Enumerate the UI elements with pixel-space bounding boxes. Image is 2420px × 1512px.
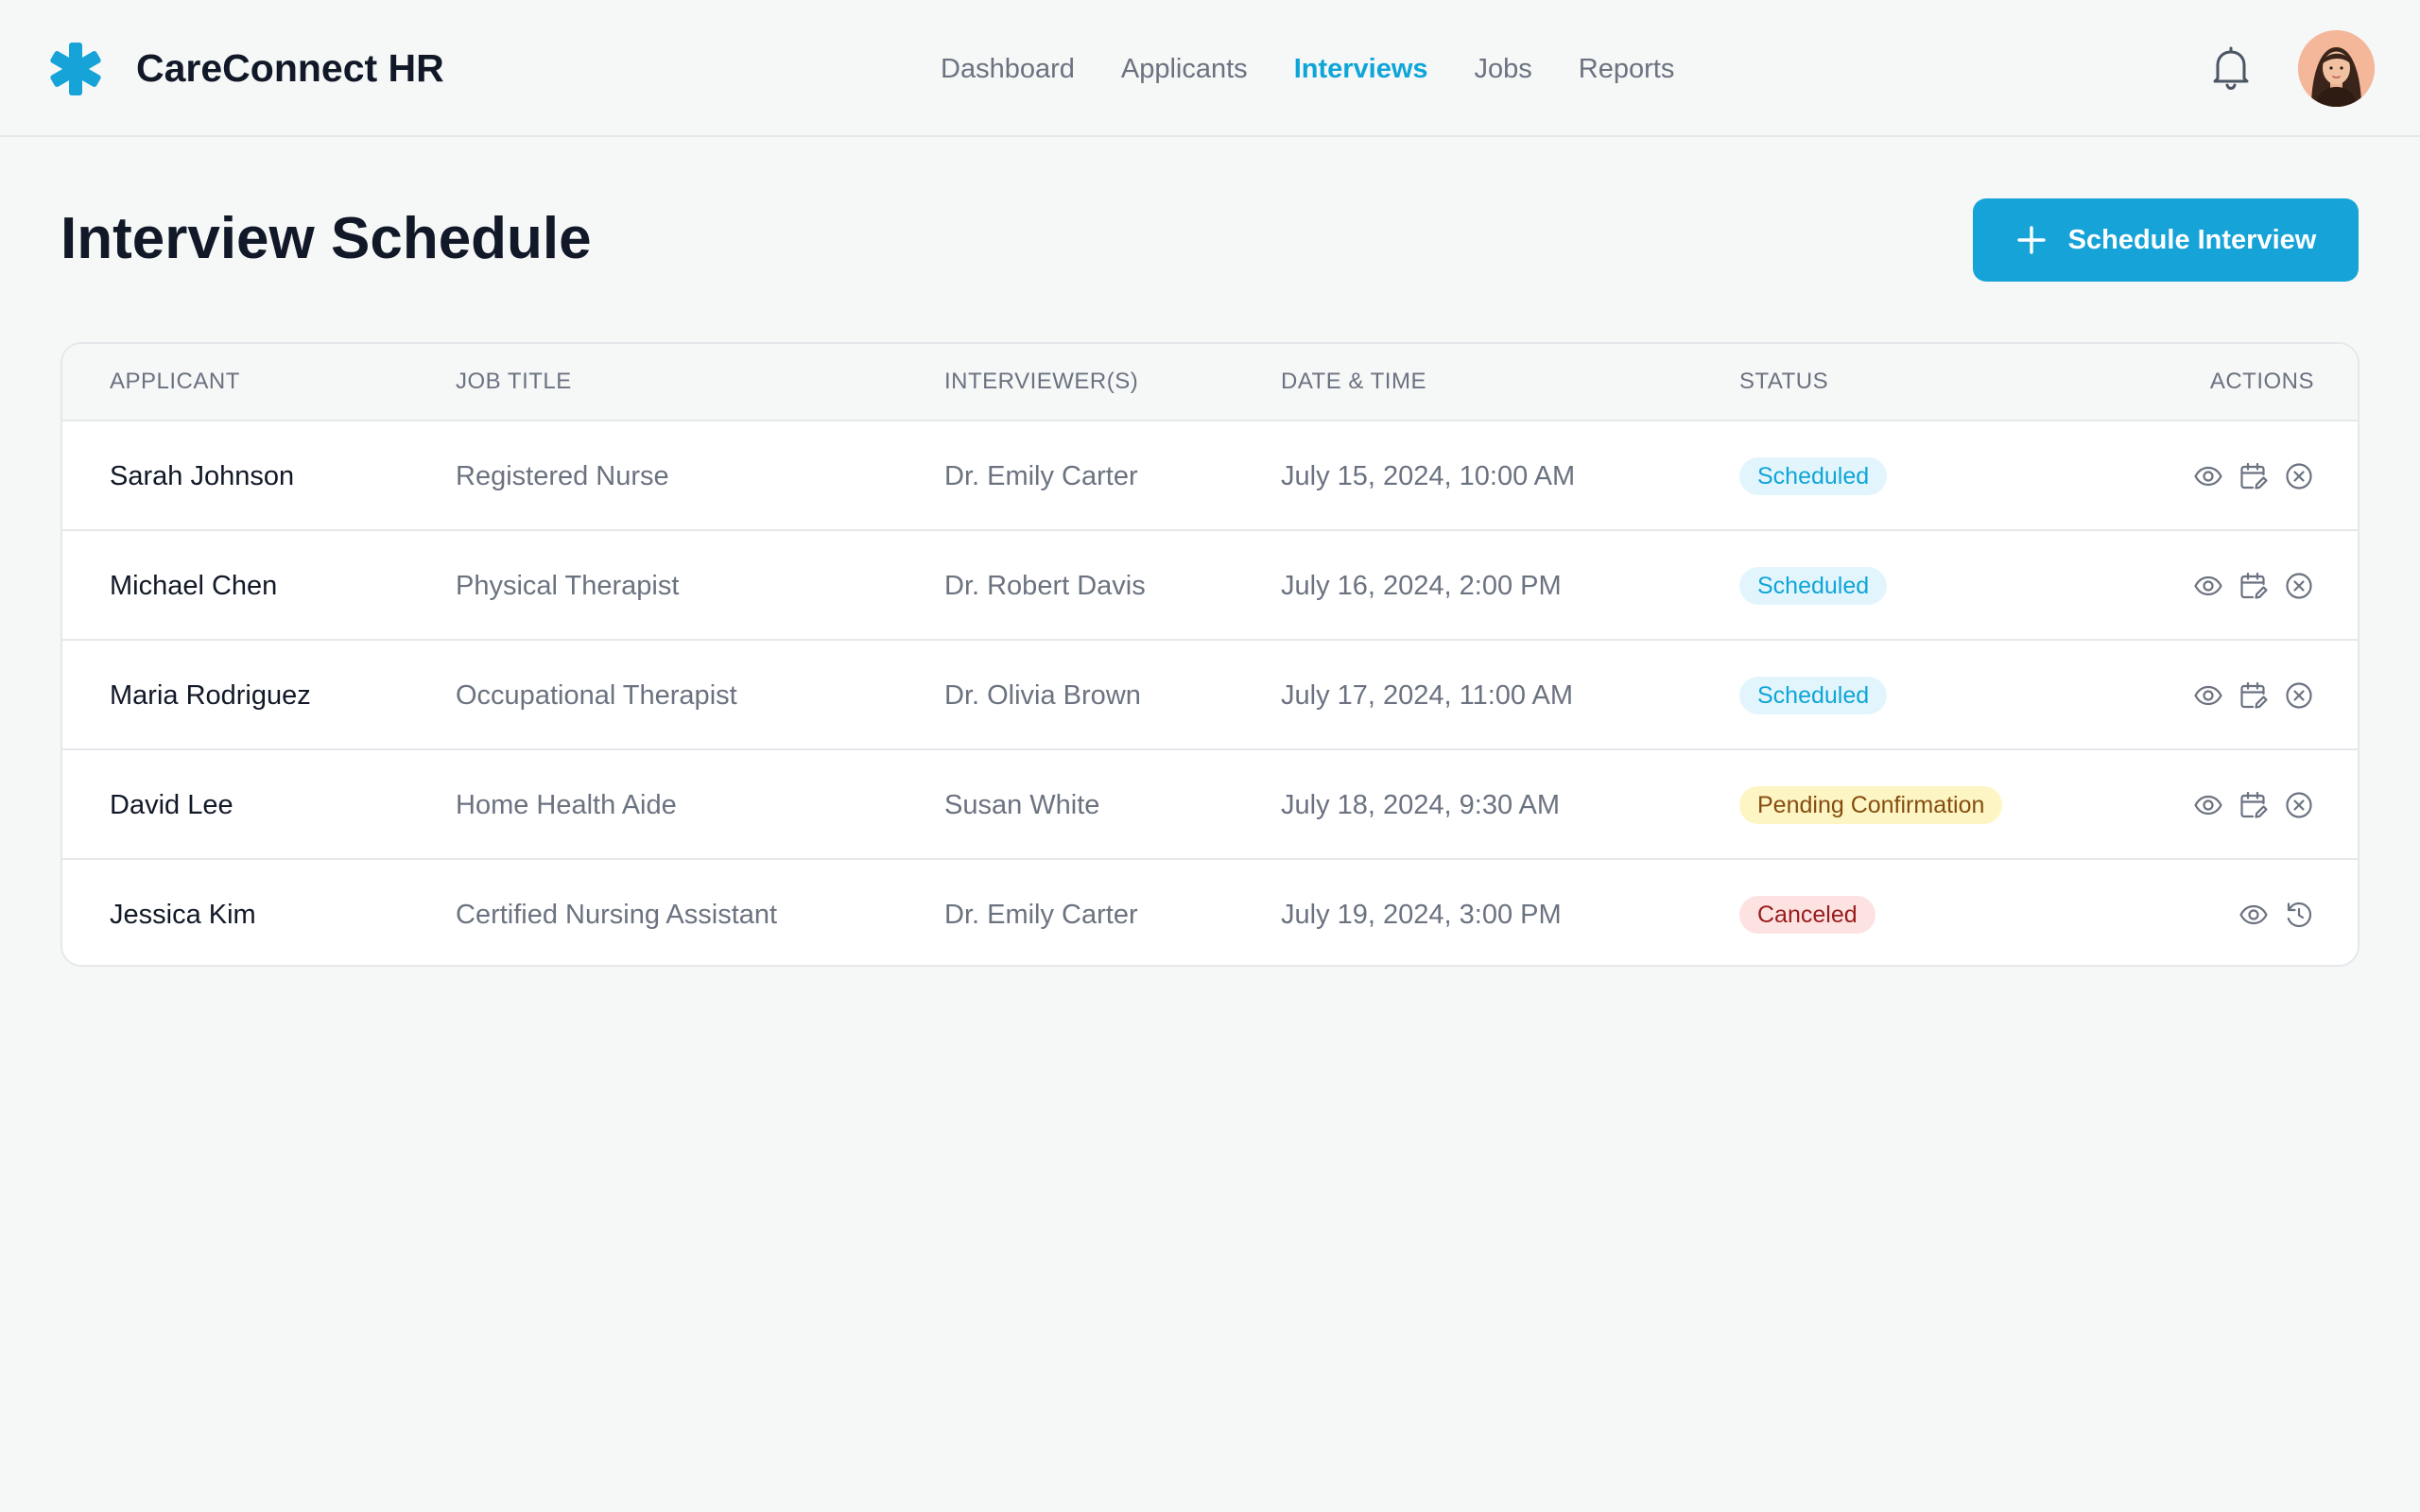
reschedule-icon[interactable] — [2238, 790, 2269, 820]
table-row[interactable]: Jessica Kim Certified Nursing Assistant … — [62, 858, 2358, 965]
schedule-interview-button[interactable]: Schedule Interview — [1973, 198, 2359, 282]
restore-icon[interactable] — [2284, 900, 2314, 930]
applicant-name[interactable]: Sarah Johnson — [110, 421, 294, 531]
row-actions — [2238, 860, 2314, 965]
table-row[interactable]: David Lee Home Health Aide Susan White J… — [62, 748, 2358, 858]
job-title: Physical Therapist — [456, 571, 680, 601]
interview-datetime: July 15, 2024, 10:00 AM — [1281, 461, 1576, 491]
applicant-name[interactable]: David Lee — [110, 750, 233, 860]
view-icon[interactable] — [2238, 900, 2269, 930]
job-title: Registered Nurse — [456, 461, 669, 491]
cancel-icon[interactable] — [2284, 461, 2314, 491]
interviewer-name: Dr. Robert Davis — [944, 571, 1146, 601]
table-row[interactable]: Sarah Johnson Registered Nurse Dr. Emily… — [62, 420, 2358, 529]
plus-icon — [2016, 226, 2046, 254]
job-title: Certified Nursing Assistant — [456, 900, 778, 930]
nav-item-dashboard[interactable]: Dashboard — [941, 45, 1075, 93]
brand-name[interactable]: CareConnect HR — [136, 43, 444, 94]
medical-asterisk-icon[interactable] — [47, 41, 104, 97]
table-row[interactable]: Maria Rodriguez Occupational Therapist D… — [62, 639, 2358, 748]
view-icon[interactable] — [2193, 680, 2223, 711]
interview-table: APPLICANT JOB TITLE INTERVIEWER(S) DATE … — [60, 342, 2360, 967]
cancel-icon[interactable] — [2284, 790, 2314, 820]
interviewer-name: Dr. Emily Carter — [944, 461, 1138, 491]
column-header-applicant[interactable]: APPLICANT — [110, 344, 240, 420]
view-icon[interactable] — [2193, 790, 2223, 820]
cancel-icon[interactable] — [2284, 571, 2314, 601]
row-actions — [2193, 531, 2314, 641]
table-header: APPLICANT JOB TITLE INTERVIEWER(S) DATE … — [62, 344, 2358, 420]
column-header-interviewers[interactable]: INTERVIEWER(S) — [944, 344, 1138, 420]
page-title: Interview Schedule — [60, 206, 592, 271]
cancel-icon[interactable] — [2284, 680, 2314, 711]
table-row[interactable]: Michael Chen Physical Therapist Dr. Robe… — [62, 529, 2358, 639]
applicant-name[interactable]: Michael Chen — [110, 531, 277, 641]
reschedule-icon[interactable] — [2238, 680, 2269, 711]
top-navigation-bar: CareConnect HR Dashboard Applicants Inte… — [0, 0, 2420, 137]
reschedule-icon[interactable] — [2238, 571, 2269, 601]
applicant-name[interactable]: Jessica Kim — [110, 860, 256, 965]
job-title: Occupational Therapist — [456, 680, 737, 711]
interviewer-name: Dr. Emily Carter — [944, 900, 1138, 930]
bell-icon[interactable] — [2210, 45, 2252, 91]
reschedule-icon[interactable] — [2238, 461, 2269, 491]
column-header-date-time[interactable]: DATE & TIME — [1281, 344, 1426, 420]
interview-datetime: July 18, 2024, 9:30 AM — [1281, 790, 1561, 820]
view-icon[interactable] — [2193, 571, 2223, 601]
schedule-interview-label: Schedule Interview — [2067, 224, 2317, 255]
status-badge: Scheduled — [1739, 457, 1888, 495]
row-actions — [2193, 750, 2314, 860]
nav-item-jobs[interactable]: Jobs — [1475, 45, 1532, 93]
interview-datetime: July 16, 2024, 2:00 PM — [1281, 571, 1562, 601]
status-badge: Scheduled — [1739, 677, 1888, 714]
applicant-name[interactable]: Maria Rodriguez — [110, 641, 311, 750]
nav-item-reports[interactable]: Reports — [1579, 45, 1675, 93]
nav-item-interviews[interactable]: Interviews — [1294, 45, 1428, 93]
interview-datetime: July 17, 2024, 11:00 AM — [1281, 680, 1574, 711]
user-avatar[interactable] — [2298, 30, 2375, 107]
column-header-status[interactable]: STATUS — [1739, 344, 1828, 420]
status-badge: Canceled — [1739, 896, 1876, 934]
status-badge: Scheduled — [1739, 567, 1888, 605]
nav-item-applicants[interactable]: Applicants — [1121, 45, 1248, 93]
row-actions — [2193, 421, 2314, 531]
column-header-actions: ACTIONS — [2209, 369, 2314, 394]
status-badge: Pending Confirmation — [1739, 786, 2003, 824]
column-header-job-title[interactable]: JOB TITLE — [456, 344, 572, 420]
interviewer-name: Susan White — [944, 790, 1100, 820]
view-icon[interactable] — [2193, 461, 2223, 491]
main-nav: Dashboard Applicants Interviews Jobs Rep… — [941, 45, 1674, 93]
row-actions — [2193, 641, 2314, 750]
job-title: Home Health Aide — [456, 790, 677, 820]
interviewer-name: Dr. Olivia Brown — [944, 680, 1141, 711]
interview-datetime: July 19, 2024, 3:00 PM — [1281, 900, 1562, 930]
